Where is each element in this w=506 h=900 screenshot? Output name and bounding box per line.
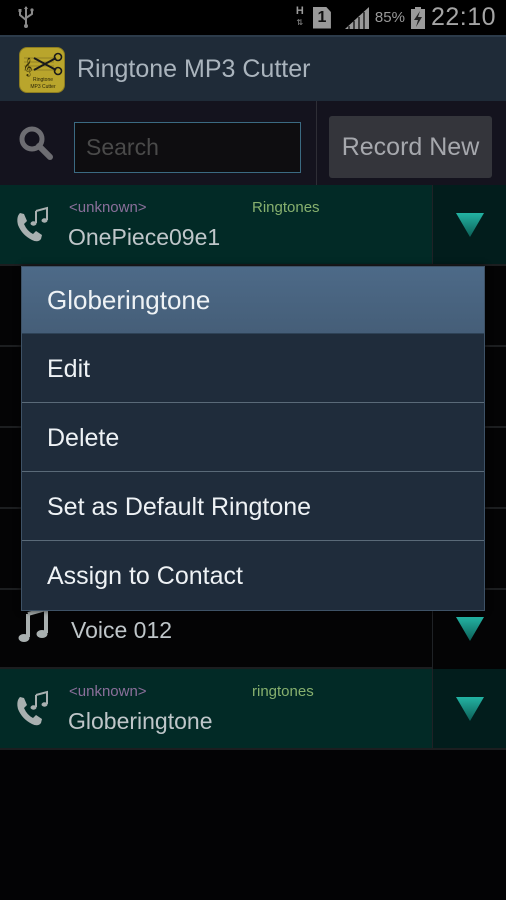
app-logo-icon: 𝄞 Ringtone MP3 Cutter: [19, 47, 65, 93]
dialog-header: Globeringtone: [22, 267, 484, 334]
song-title: Voice 012: [71, 617, 173, 643]
sim-slot-label: 1: [317, 8, 327, 26]
network-type-label: H: [295, 4, 304, 17]
song-title: Globeringtone: [68, 708, 213, 734]
search-input[interactable]: [74, 122, 301, 173]
menu-item-label: Assign to Contact: [47, 562, 243, 590]
context-menu-dialog: Globeringtone Edit Delete Set as Default…: [21, 266, 485, 611]
battery-charging-icon: [410, 6, 425, 29]
record-new-button[interactable]: Record New: [329, 116, 492, 178]
menu-item-delete[interactable]: Delete: [22, 403, 484, 472]
list-item-main[interactable]: <unknown> ringtones Globeringtone: [0, 669, 432, 748]
song-title: OnePiece09e1: [68, 224, 221, 250]
app-title: Ringtone MP3 Cutter: [77, 55, 311, 83]
sim-card-icon: 1: [312, 6, 331, 29]
svg-text:𝄞: 𝄞: [23, 57, 32, 77]
clock: 22:10: [430, 3, 496, 31]
music-note-icon: [18, 606, 48, 642]
dialog-title: Globeringtone: [47, 285, 211, 315]
data-arrows-icon: ⇅: [296, 17, 304, 27]
toolbar-divider: [316, 101, 317, 185]
menu-item-set-default-ringtone[interactable]: Set as Default Ringtone: [22, 472, 484, 541]
artist-label: <unknown>: [69, 199, 147, 216]
network-type-indicator: H ⇅: [293, 4, 307, 30]
triangle-down-icon: [456, 617, 484, 641]
search-toolbar: Record New: [0, 101, 506, 185]
svg-text:Ringtone: Ringtone: [33, 77, 53, 83]
phone-music-icon: [17, 206, 48, 242]
status-bar: H ⇅ 1 85% 22:10: [0, 0, 506, 35]
menu-item-label: Edit: [47, 355, 91, 383]
album-label: Ringtones: [252, 199, 320, 216]
menu-item-label: Set as Default Ringtone: [47, 493, 312, 521]
triangle-down-icon: [456, 697, 484, 721]
menu-item-edit[interactable]: Edit: [22, 334, 484, 403]
usb-icon: [18, 6, 34, 28]
phone-music-icon: [17, 690, 48, 726]
action-bar: 𝄞 Ringtone MP3 Cutter Ringtone MP3 Cutte…: [0, 35, 506, 101]
expand-options-button[interactable]: [432, 669, 506, 748]
svg-text:MP3 Cutter: MP3 Cutter: [30, 84, 56, 90]
list-item[interactable]: <unknown> Ringtones OnePiece09e1: [0, 185, 506, 266]
list-item[interactable]: <unknown> ringtones Globeringtone: [0, 669, 506, 750]
triangle-down-icon: [456, 213, 484, 237]
menu-item-assign-to-contact[interactable]: Assign to Contact: [22, 541, 484, 610]
expand-options-button[interactable]: [432, 185, 506, 264]
battery-percent: 85%: [374, 9, 405, 26]
search-icon[interactable]: [16, 123, 56, 163]
album-label: ringtones: [252, 683, 314, 700]
list-item-main[interactable]: <unknown> Ringtones OnePiece09e1: [0, 185, 432, 264]
artist-label: <unknown>: [69, 683, 147, 700]
signal-icon: [344, 6, 369, 29]
menu-item-label: Delete: [47, 424, 120, 452]
